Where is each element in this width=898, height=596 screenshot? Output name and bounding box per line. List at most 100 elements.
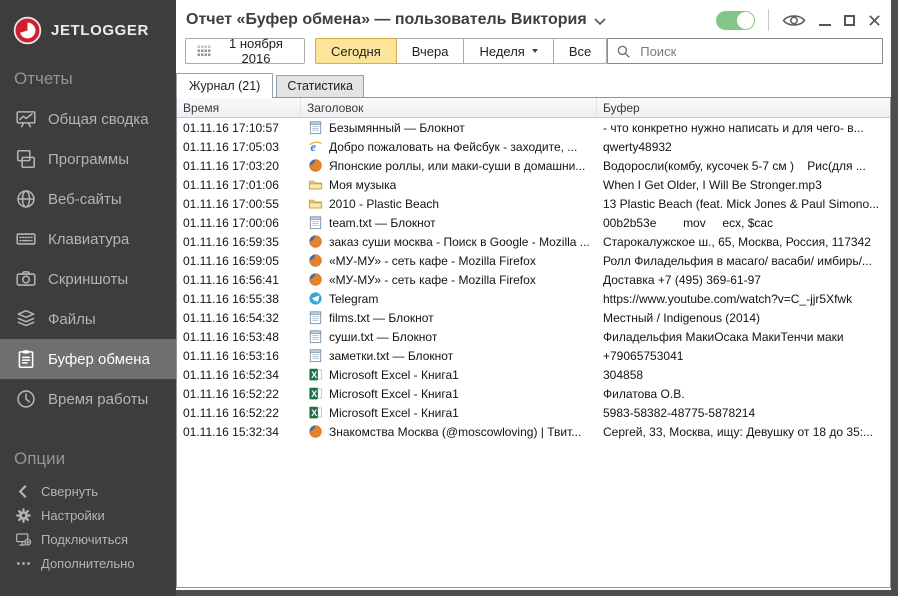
table-row[interactable]: 01.11.16 15:32:34 Знакомства Москва (@mos… [177, 422, 890, 441]
maximize-button[interactable] [844, 10, 855, 30]
cell-title: Японские роллы, или маки-суши в домашни.… [301, 158, 597, 173]
filter-today-button[interactable]: Сегодня [314, 38, 397, 64]
sidebar-item-label: Настройки [41, 507, 105, 523]
sidebar-item-websites[interactable]: Веб-сайты [0, 179, 176, 219]
table-row[interactable]: 01.11.16 17:05:03 e Добро пожаловать на Фе… [177, 137, 890, 156]
visibility-eye-button[interactable] [782, 10, 806, 30]
cell-buffer: Филадельфия МакиОсака МакиТенчи маки [603, 329, 844, 344]
svg-text:X: X [311, 408, 317, 418]
filter-all-button[interactable]: Все [552, 38, 608, 64]
window-title-text: Добро пожаловать на Фейсбук - заходите, … [329, 139, 578, 154]
sidebar-item-collapse[interactable]: Свернуть [0, 479, 176, 503]
column-header-time[interactable]: Время [177, 98, 301, 117]
table-row[interactable]: 01.11.16 16:52:22 X Microsoft Excel - Книг… [177, 384, 890, 403]
page-title[interactable]: Отчет «Буфер обмена» — пользователь Викт… [186, 11, 606, 29]
sidebar-item-files[interactable]: Файлы [0, 299, 176, 339]
filter-button-label: Вчера [411, 43, 449, 59]
app-logo: JETLOGGER [0, 0, 176, 45]
sidebar-item-connect[interactable]: Подключиться [0, 527, 176, 551]
cell-buffer: 304858 [603, 367, 644, 382]
cell-time: 01.11.16 16:52:22 [183, 405, 279, 420]
tab-stats[interactable]: Статистика [276, 75, 364, 97]
table-row[interactable]: 01.11.16 17:10:57 Безымянный — Блокнот - ч… [177, 118, 890, 137]
window-title-text: Японские роллы, или маки-суши в домашни.… [329, 158, 586, 173]
toolbar: 1 ноября 2016 Сегодня Вчера Неделя Все [176, 35, 891, 73]
search-input[interactable] [638, 42, 874, 60]
cell-time: 01.11.16 16:52:22 [183, 386, 279, 401]
cell-title: films.txt — Блокнот [301, 310, 597, 325]
table-row[interactable]: 01.11.16 16:53:16 заметки.txt — Блокнот +7… [177, 346, 890, 365]
tab-journal[interactable]: Журнал (21) [176, 73, 274, 98]
table-row[interactable]: 01.11.16 16:59:05 «МУ-МУ» - сеть кафе - M… [177, 251, 890, 270]
svg-text:X: X [311, 370, 317, 380]
cell-time: 01.11.16 16:56:41 [183, 272, 279, 287]
sidebar-item-keyboard[interactable]: Клавиатура [0, 219, 176, 259]
table-row[interactable]: 01.11.16 16:55:38 Telegram https://www.you… [177, 289, 890, 308]
cell-buffer: Филатова О.В. [603, 386, 685, 401]
cell-title: e Добро пожаловать на Фейсбук - заходите,… [301, 139, 597, 154]
ellipsis-icon [14, 554, 32, 572]
table-row[interactable]: 01.11.16 17:01:06 Моя музыка When I Get Ol… [177, 175, 890, 194]
cell-title: team.txt — Блокнот [301, 215, 597, 230]
sidebar-item-programs[interactable]: Программы [0, 139, 176, 179]
cell-time: 01.11.16 17:05:03 [183, 139, 279, 154]
svg-text:X: X [311, 389, 317, 399]
cell-title: «МУ-МУ» - сеть кафе - Mozilla Firefox [301, 253, 597, 268]
clipboard-table: Время Заголовок Буфер 01.11.16 17:10:57 Без… [176, 97, 891, 588]
main-content: Отчет «Буфер обмена» — пользователь Викт… [176, 0, 891, 590]
chevron-down-icon [531, 49, 538, 53]
table-header: Время Заголовок Буфер [177, 98, 890, 118]
column-header-buffer[interactable]: Буфер [597, 98, 890, 117]
notepad-icon [308, 215, 323, 230]
table-row[interactable]: 01.11.16 16:53:48 суши.txt — Блокнот Филад… [177, 327, 890, 346]
table-row[interactable]: 01.11.16 17:00:06 team.txt — Блокнот 00b2b… [177, 213, 890, 232]
sidebar-item-screenshots[interactable]: Скриншоты [0, 259, 176, 299]
table-row[interactable]: 01.11.16 16:56:41 «МУ-МУ» - сеть кафе - M… [177, 270, 890, 289]
close-button[interactable] [868, 10, 881, 30]
excel-icon: X [308, 367, 323, 382]
minimize-button[interactable] [819, 10, 831, 30]
sidebar-item-clipboard[interactable]: Буфер обмена [0, 339, 176, 379]
date-filter-group: Сегодня Вчера Неделя Все [314, 38, 608, 64]
filter-week-button[interactable]: Неделя [463, 38, 554, 64]
sidebar-item-more[interactable]: Дополнительно [0, 551, 176, 575]
table-row[interactable]: 01.11.16 16:59:35 заказ суши москва - Пои… [177, 232, 890, 251]
window-controls [716, 9, 881, 31]
cell-buffer: - что конкретно нужно написать и для чег… [603, 120, 864, 135]
sidebar-item-settings[interactable]: Настройки [0, 503, 176, 527]
filter-button-label: Все [568, 43, 592, 59]
table-row[interactable]: 01.11.16 16:52:22 X Microsoft Excel - Книг… [177, 403, 890, 422]
cell-time: 01.11.16 17:10:57 [183, 120, 279, 135]
cell-time: 01.11.16 17:01:06 [183, 177, 279, 192]
window-title-text: «МУ-МУ» - сеть кафе - Mozilla Firefox [329, 253, 536, 268]
sidebar-item-label: Скриншоты [48, 270, 129, 288]
sidebar-item-label: Программы [48, 150, 130, 168]
date-picker-button[interactable]: 1 ноября 2016 [185, 36, 305, 66]
table-row[interactable]: 01.11.16 17:00:55 2010 - Plastic Beach 13 … [177, 194, 890, 213]
sidebar-item-label: Веб-сайты [48, 190, 122, 208]
folder-icon [308, 177, 323, 192]
cell-buffer: 13 Plastic Beach (feat. Mick Jones & Pau… [603, 196, 880, 211]
monitoring-toggle[interactable] [716, 10, 755, 30]
clock-icon [14, 388, 37, 411]
sidebar-item-worktime[interactable]: Время работы [0, 379, 176, 419]
cell-buffer: 00b2b53e mov ecx, $cac [603, 215, 774, 230]
cell-buffer: Водоросли(комбу, кусочек 5-7 см ) Рис(дл… [603, 158, 866, 173]
column-header-title[interactable]: Заголовок [301, 98, 597, 117]
sidebar-item-label: Общая сводка [48, 110, 149, 128]
sidebar-item-summary[interactable]: Общая сводка [0, 99, 176, 139]
filter-yesterday-button[interactable]: Вчера [395, 38, 465, 64]
table-row[interactable]: 01.11.16 16:52:34 X Microsoft Excel - Книг… [177, 365, 890, 384]
toggle-knob [737, 11, 754, 29]
table-row[interactable]: 01.11.16 17:03:20 Японские роллы, или мак… [177, 156, 890, 175]
table-row[interactable]: 01.11.16 16:54:32 films.txt — Блокнот Мест… [177, 308, 890, 327]
minimize-icon [819, 23, 831, 26]
window-title-text: «МУ-МУ» - сеть кафе - Mozilla Firefox [329, 272, 536, 287]
cell-title: заказ суши москва - Поиск в Google - Moz… [301, 234, 597, 249]
search-box [607, 38, 883, 64]
window-title-text: суши.txt — Блокнот [329, 329, 438, 344]
cell-time: 01.11.16 16:53:48 [183, 329, 279, 344]
window-title-text: Моя музыка [329, 177, 397, 192]
sidebar-item-label: Дополнительно [41, 555, 135, 571]
firefox-icon [308, 253, 323, 268]
